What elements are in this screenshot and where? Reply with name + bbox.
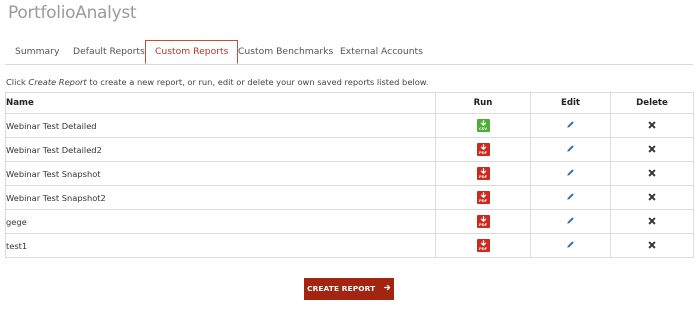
edit-cell	[530, 113, 611, 138]
pencil-icon[interactable]	[566, 216, 575, 227]
app-title: PortfolioAnalyst	[8, 3, 137, 23]
close-x-icon[interactable]	[648, 145, 656, 155]
close-x-icon[interactable]	[648, 169, 656, 179]
tab-custom-reports[interactable]: Custom Reports	[145, 40, 239, 64]
run-cell: PDF	[435, 233, 531, 258]
reports-table: Name Run Edit Delete Webinar Test Detail…	[5, 92, 694, 258]
pencil-icon[interactable]	[566, 192, 575, 203]
table-body: Webinar Test Detailed CSV Webinar Test Det…	[5, 113, 694, 258]
run-cell: CSV	[435, 113, 531, 138]
header-name: Name	[5, 92, 436, 114]
file-format-label: PDF	[478, 175, 488, 179]
table-row: gege PDF	[5, 209, 694, 234]
report-name: gege	[5, 209, 436, 234]
download-pdf-icon[interactable]: PDF	[476, 143, 490, 156]
edit-cell	[530, 209, 611, 234]
create-report-label: CREATE REPORT	[307, 284, 376, 293]
header-delete: Delete	[610, 92, 694, 114]
close-x-icon[interactable]	[648, 121, 656, 131]
download-pdf-icon[interactable]: PDF	[476, 191, 490, 204]
report-name: Webinar Test Detailed2	[5, 137, 436, 162]
file-format-label: PDF	[478, 247, 488, 251]
report-name: Webinar Test Snapshot	[5, 161, 436, 186]
table-row: Webinar Test Detailed CSV	[5, 113, 694, 138]
pencil-icon[interactable]	[566, 120, 575, 131]
delete-cell	[610, 113, 694, 138]
intro-text: Click Create Report to create a new repo…	[6, 77, 428, 87]
download-pdf-icon[interactable]: PDF	[476, 167, 490, 180]
file-format-label: PDF	[478, 151, 488, 155]
tab-custom-benchmarks[interactable]: Custom Benchmarks	[238, 40, 333, 64]
run-cell: PDF	[435, 209, 531, 234]
report-name: Webinar Test Detailed	[5, 113, 436, 138]
download-csv-icon[interactable]: CSV	[476, 119, 490, 132]
download-pdf-icon[interactable]: PDF	[476, 239, 490, 252]
table-row: Webinar Test Snapshot PDF	[5, 161, 694, 186]
run-cell: PDF	[435, 185, 531, 210]
header-run: Run	[435, 92, 531, 114]
delete-cell	[610, 185, 694, 210]
delete-cell	[610, 161, 694, 186]
edit-cell	[530, 185, 611, 210]
delete-cell	[610, 233, 694, 258]
file-format-label: CSV	[478, 127, 488, 131]
report-name: test1	[5, 233, 436, 258]
run-cell: PDF	[435, 161, 531, 186]
intro-prefix: Click	[6, 77, 29, 87]
run-cell: PDF	[435, 137, 531, 162]
pencil-icon[interactable]	[566, 240, 575, 251]
intro-suffix: to create a new report, or run, edit or …	[86, 77, 429, 87]
header-edit: Edit	[530, 92, 611, 114]
close-x-icon[interactable]	[648, 241, 656, 251]
table-row: Webinar Test Detailed2 PDF	[5, 137, 694, 162]
close-x-icon[interactable]	[648, 217, 656, 227]
file-format-label: PDF	[478, 223, 488, 227]
pencil-icon[interactable]	[566, 144, 575, 155]
intro-emphasis: Create Report	[28, 77, 87, 87]
create-report-button[interactable]: CREATE REPORT	[304, 278, 394, 300]
arrow-right-icon	[383, 278, 391, 300]
edit-cell	[530, 137, 611, 162]
tab-external-accounts[interactable]: External Accounts	[340, 40, 423, 64]
table-header-row: Name Run Edit Delete	[5, 92, 694, 114]
delete-cell	[610, 137, 694, 162]
tab-summary[interactable]: Summary	[15, 40, 59, 64]
tab-bar: Summary Default Reports Custom Reports C…	[5, 40, 693, 65]
table-row: test1 PDF	[5, 233, 694, 258]
edit-cell	[530, 233, 611, 258]
edit-cell	[530, 161, 611, 186]
report-name: Webinar Test Snapshot2	[5, 185, 436, 210]
tab-default-reports[interactable]: Default Reports	[73, 40, 145, 64]
close-x-icon[interactable]	[648, 193, 656, 203]
file-format-label: PDF	[478, 199, 488, 203]
download-pdf-icon[interactable]: PDF	[476, 215, 490, 228]
delete-cell	[610, 209, 694, 234]
pencil-icon[interactable]	[566, 168, 575, 179]
table-row: Webinar Test Snapshot2 PDF	[5, 185, 694, 210]
